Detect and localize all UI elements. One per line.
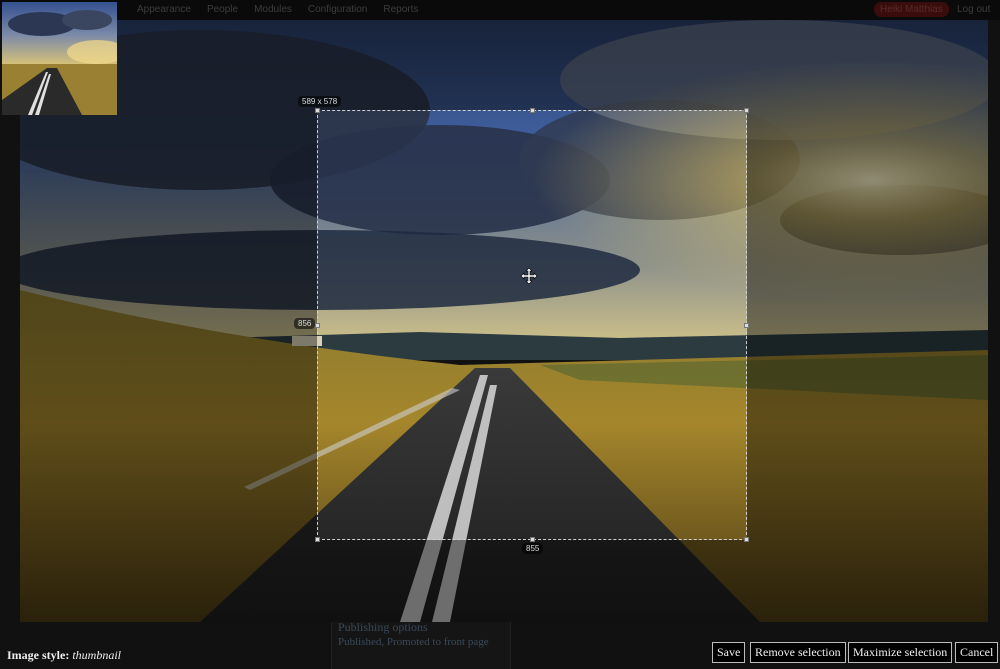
toolbar-user: Heiki Matthias: [874, 2, 949, 17]
toolbar-nav-modules: Modules: [254, 4, 292, 15]
crop-handle-s[interactable]: [530, 537, 535, 542]
thumbnail-preview: [2, 2, 117, 115]
crop-handle-sw[interactable]: [315, 537, 320, 542]
crop-handle-ne[interactable]: [744, 108, 749, 113]
thumbnail-preview-image: [2, 2, 117, 115]
toolbar-nav-reports: Reports: [383, 4, 419, 15]
save-button[interactable]: Save: [712, 642, 746, 663]
admin-toolbar: Appearance People Modules Configuration …: [0, 0, 1000, 20]
image-style-prefix: Image style:: [7, 648, 70, 662]
crop-height-label: 856: [294, 318, 316, 329]
toolbar-nav-configuration: Configuration: [307, 4, 368, 15]
crop-handle-n[interactable]: [530, 108, 535, 113]
crop-handle-se[interactable]: [744, 537, 749, 542]
image-style-name: thumbnail: [72, 648, 121, 662]
toolbar-nav-appearance: Appearance: [137, 4, 191, 15]
image-style-label: Image style: thumbnail: [7, 648, 121, 663]
crop-selection[interactable]: [315, 108, 749, 542]
cancel-button[interactable]: Cancel: [955, 642, 999, 663]
crop-handle-w[interactable]: [315, 323, 320, 328]
toolbar-nav: Appearance People Modules Configuration …: [137, 4, 418, 15]
crop-handle-e[interactable]: [744, 323, 749, 328]
maximize-selection-button[interactable]: Maximize selection: [848, 642, 953, 663]
toolbar-nav-people: People: [206, 4, 239, 15]
crop-width-label: 855: [522, 543, 544, 554]
toolbar-logout: Log out: [957, 4, 991, 15]
publishing-options-heading: Publishing options: [338, 620, 428, 634]
crop-size-label: 589 x 578: [298, 96, 342, 107]
move-cursor-icon: [520, 267, 538, 285]
remove-selection-button[interactable]: Remove selection: [750, 642, 846, 663]
crop-handle-nw[interactable]: [315, 108, 320, 113]
